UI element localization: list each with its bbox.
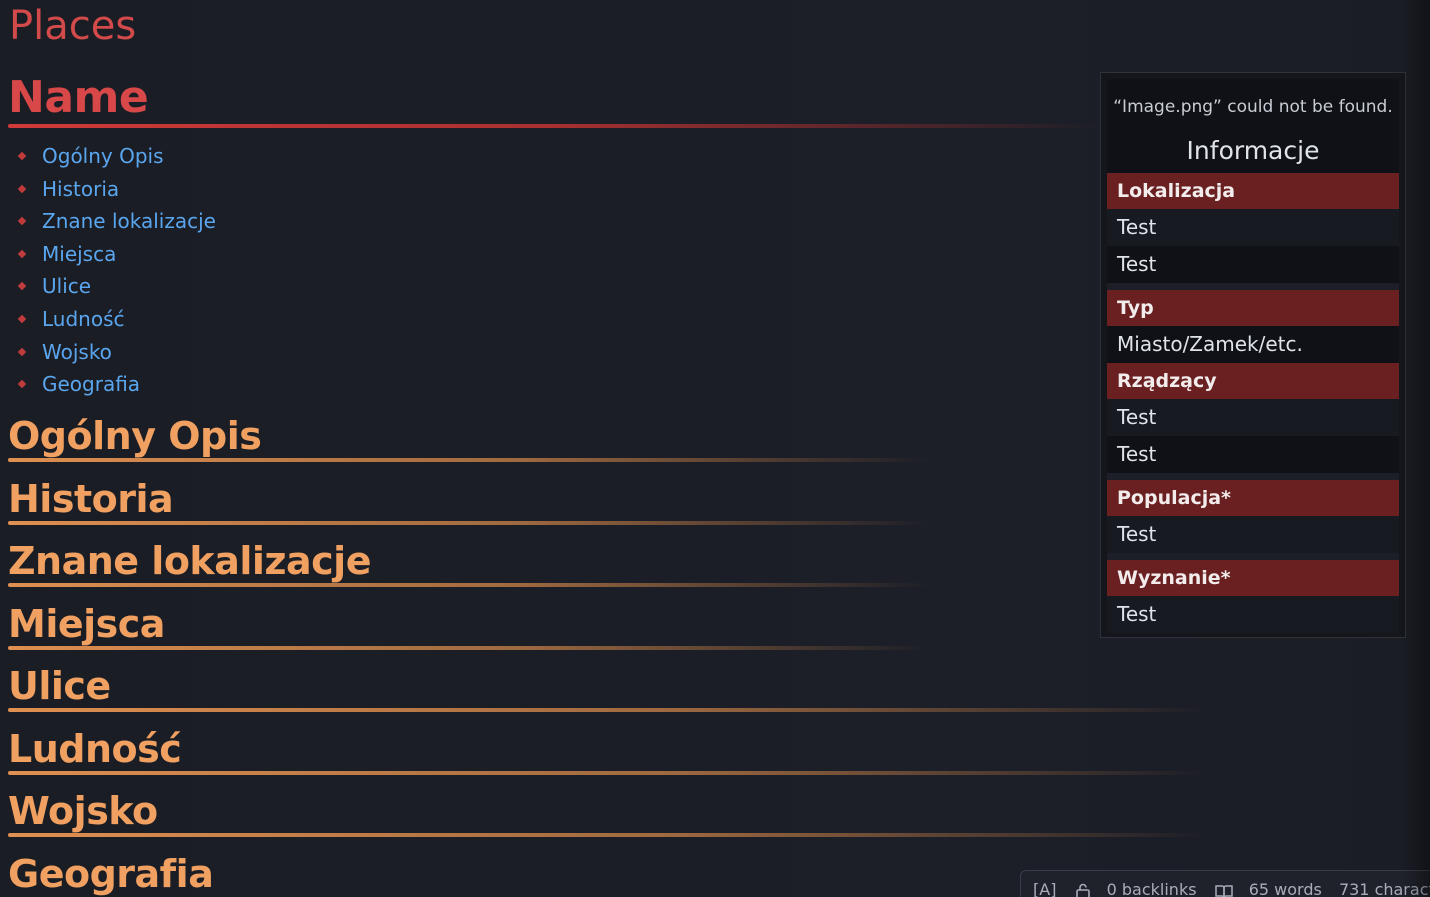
word-count: 65 words	[1248, 880, 1322, 897]
infobox-value: Test	[1107, 436, 1399, 473]
toc-item: Znane lokalizacje	[16, 205, 216, 238]
toc-item: Ogólny Opis	[16, 140, 216, 173]
heading-underline	[8, 521, 928, 525]
infobox-label-rzadzacy: Rządzący	[1107, 363, 1399, 399]
infobox-value: Test	[1107, 209, 1399, 246]
toc-item: Historia	[16, 173, 216, 206]
page-title: Places	[9, 3, 137, 49]
note-view: Places Name Ogólny Opis Historia Znane l…	[0, 0, 1430, 897]
section-heading-text: Wojsko	[8, 789, 158, 833]
heading-underline	[8, 708, 1203, 712]
section-heading-znane-lokalizacje: Znane lokalizacje	[8, 539, 928, 587]
heading-underline	[8, 646, 928, 650]
heading-underline	[8, 833, 1203, 837]
toc-link-ludnosc[interactable]: Ludność	[42, 307, 125, 331]
section-heading-miejsca: Miejsca	[8, 602, 928, 650]
section-heading-text: Ogólny Opis	[8, 414, 262, 458]
section-heading-historia: Historia	[8, 477, 928, 525]
toc-item: Ulice	[16, 270, 216, 303]
bullet-icon	[17, 282, 27, 291]
toc-link-ulice[interactable]: Ulice	[42, 274, 91, 298]
bullet-icon	[17, 314, 27, 324]
infobox-label-wyznanie: Wyznanie*	[1107, 560, 1399, 596]
status-bar: [A] 0 backlinks 65 words 731 characters	[1020, 870, 1430, 897]
backlinks-count[interactable]: 0 backlinks	[1107, 880, 1197, 897]
infobox-label-lokalizacja: Lokalizacja	[1107, 173, 1399, 209]
toc-link-historia[interactable]: Historia	[42, 177, 119, 201]
infobox-label-populacja: Populacja*	[1107, 480, 1399, 516]
missing-image-notice: “Image.png” could not be found.	[1113, 97, 1393, 117]
section-heading-text: Znane lokalizacje	[8, 539, 371, 583]
book-open-icon[interactable]	[1214, 882, 1234, 897]
lock-icon[interactable]	[1074, 882, 1092, 897]
infobox-value: Test	[1107, 246, 1399, 283]
infobox-value: Test	[1107, 399, 1399, 436]
infobox-table: “Image.png” could not be found. Informac…	[1107, 79, 1399, 633]
heading-underline	[8, 771, 1203, 775]
toc-item: Wojsko	[16, 336, 216, 369]
toc-item: Miejsca	[16, 238, 216, 271]
bullet-icon	[17, 249, 27, 259]
editor-mode-indicator[interactable]: [A]	[1033, 880, 1056, 897]
infobox-value: Test	[1107, 516, 1399, 553]
toc-link-ogolny-opis[interactable]: Ogólny Opis	[42, 144, 164, 168]
bullet-icon	[17, 216, 27, 226]
heading-underline	[8, 458, 928, 462]
section-heading-wojsko: Wojsko	[8, 789, 1203, 837]
infobox-divider	[1107, 473, 1399, 480]
toc-link-miejsca[interactable]: Miejsca	[42, 242, 116, 266]
section-heading-ulice: Ulice	[8, 664, 1203, 712]
toc-item: Ludność	[16, 303, 216, 336]
section-heading-ogolny-opis: Ogólny Opis	[8, 414, 928, 462]
section-heading-ludnosc: Ludność	[8, 727, 1203, 775]
table-of-contents: Ogólny Opis Historia Znane lokalizacje M…	[16, 140, 216, 401]
bullet-icon	[17, 379, 27, 389]
main-heading: Name	[8, 72, 1098, 128]
heading-underline	[8, 583, 928, 587]
section-heading-text: Ulice	[8, 664, 111, 708]
infobox: “Image.png” could not be found. Informac…	[1100, 72, 1406, 638]
bullet-icon	[17, 151, 27, 161]
heading-underline	[8, 124, 1098, 128]
infobox-divider	[1107, 283, 1399, 290]
infobox-title: Informacje	[1186, 136, 1320, 165]
section-heading-text: Miejsca	[8, 602, 165, 646]
toc-link-wojsko[interactable]: Wojsko	[42, 340, 112, 364]
bullet-icon	[17, 347, 27, 356]
infobox-value: Test	[1107, 596, 1399, 633]
infobox-divider	[1107, 553, 1399, 560]
section-heading-text: Ludność	[8, 727, 182, 771]
toc-link-znane-lokalizacje[interactable]: Znane lokalizacje	[42, 209, 216, 233]
infobox-value: Miasto/Zamek/etc.	[1107, 326, 1399, 363]
bullet-icon	[17, 184, 27, 193]
infobox-label-typ: Typ	[1107, 290, 1399, 326]
character-count: 731 characters	[1338, 880, 1430, 897]
main-heading-text: Name	[8, 72, 149, 123]
toc-link-geografia[interactable]: Geografia	[42, 372, 140, 396]
section-heading-text: Historia	[8, 477, 174, 521]
toc-item: Geografia	[16, 368, 216, 401]
